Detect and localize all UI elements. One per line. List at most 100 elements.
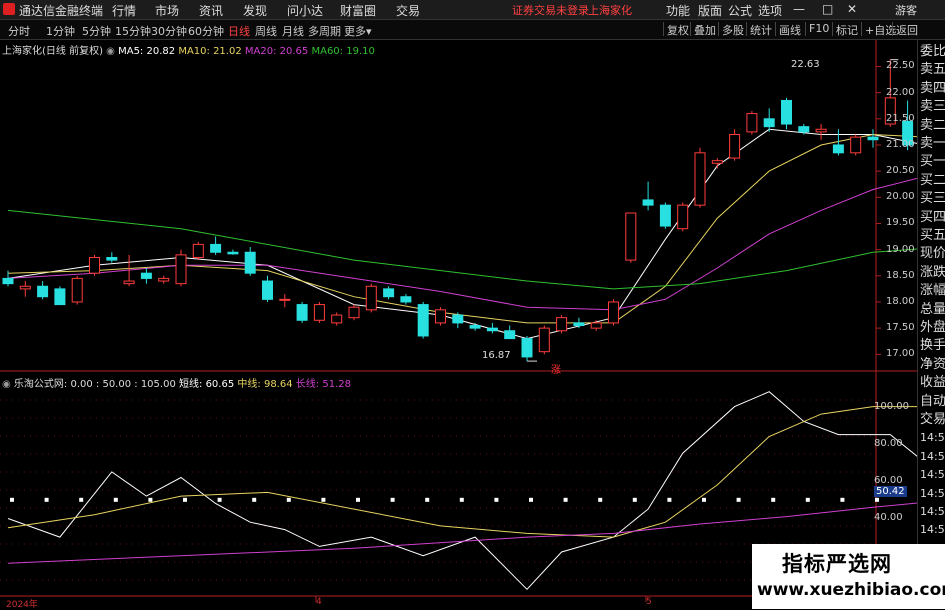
sidebar-item: 买五 (920, 228, 945, 243)
candle-body (573, 322, 585, 327)
sidebar-item: 14:56 (920, 505, 945, 518)
sidebar-item: 净资 (920, 356, 945, 372)
candle-body (175, 254, 187, 285)
level-dot (356, 497, 360, 502)
high-price-label: 22.63 (791, 59, 820, 70)
ma-line-ma5 (7, 128, 945, 340)
candle-body (158, 277, 170, 282)
candle-body (400, 296, 412, 303)
candle-body (486, 327, 498, 332)
candle-body (54, 288, 66, 306)
candle-body (538, 327, 550, 353)
date-label-2024: 2024年 (6, 600, 38, 610)
ma-lines (7, 59, 945, 362)
candle-body (850, 136, 862, 154)
candle-body (867, 136, 879, 141)
indicator-tick-label: 60.00 (874, 475, 903, 487)
sidebar-item: 14:56 (920, 486, 945, 500)
sidebar-item: 总量 (920, 301, 945, 317)
indicator-tick-label: 80.00 (874, 437, 903, 449)
candle-body (521, 338, 533, 358)
kline-chart[interactable] (0, 0, 945, 609)
ma-line-ma10 (7, 133, 945, 324)
price-tick-label: 17.00 (886, 348, 915, 360)
candle-body (417, 304, 429, 337)
level-dot (217, 497, 222, 502)
date-label-apr: 4 (316, 597, 322, 607)
candle-body (625, 212, 637, 261)
sidebar-item: 涨幅 (920, 283, 945, 299)
signal-label: 涨 (551, 365, 561, 376)
candle-body (729, 134, 741, 159)
candle-body (296, 304, 308, 321)
level-dot (875, 497, 879, 502)
sidebar-item: 买四 (920, 209, 945, 225)
sidebar-item: 委比 (920, 44, 945, 59)
price-tick-label: 19.50 (886, 217, 915, 229)
sidebar-item: 卖四 (920, 80, 945, 96)
candle-body (19, 285, 31, 290)
candle-body (106, 256, 118, 261)
sidebar-item: 买二 (920, 172, 945, 188)
candle-body (504, 330, 516, 340)
quote-sidebar: 委比 卖五 卖四 卖三 卖二 卖一 买一 买二 买三 买四 买五 现价 涨跌 涨幅 总量 外盘 换手 净资 收益 自动… (917, 40, 945, 609)
level-dot (840, 497, 845, 502)
candle-body (781, 99, 792, 125)
candle-body (244, 251, 256, 274)
candle-body (763, 118, 775, 128)
sidebar-item: 卖五 (920, 62, 945, 78)
candle-body (37, 285, 49, 298)
candle-body (331, 314, 343, 324)
watermark-url: www.xuezhibiao.com (757, 580, 945, 600)
candle-body (642, 199, 654, 206)
ma-line-ma20 (7, 170, 945, 311)
candle-body (435, 309, 446, 324)
candle-body (832, 144, 844, 154)
level-dot (494, 497, 499, 502)
candle-body (694, 152, 706, 206)
candle-body (711, 160, 723, 164)
sidebar-item: 14:56 (920, 523, 945, 537)
sidebar-item: 换手 (920, 338, 945, 354)
level-dot (252, 497, 257, 502)
sidebar-item: 买三 (920, 191, 945, 207)
price-tick-label: 19.00 (886, 243, 915, 255)
candle-body (140, 272, 152, 279)
price-tick-label: 18.50 (886, 269, 915, 281)
indicator-marker: 50.42 (874, 486, 907, 497)
candle-body (71, 277, 83, 303)
price-tick-label: 21.50 (886, 112, 915, 124)
indicator-tick-label: 100.00 (874, 400, 909, 412)
sidebar-item: 14:56 (920, 449, 945, 463)
level-dot (805, 497, 810, 502)
level-dot (632, 497, 637, 502)
price-tick-label: 20.00 (886, 191, 915, 203)
candle-body (192, 243, 204, 258)
sidebar-item: 现价 (920, 246, 945, 262)
candle-body (89, 256, 100, 274)
level-dot (113, 497, 118, 502)
indicator-dots (10, 497, 879, 502)
level-dot (736, 497, 741, 502)
level-dot (321, 497, 326, 502)
level-dot (390, 497, 395, 502)
level-dot (459, 497, 464, 502)
price-tick-label: 22.00 (886, 86, 915, 98)
level-dot (10, 497, 14, 502)
candle-body (677, 204, 689, 230)
level-dot (183, 497, 187, 502)
candle-body (469, 325, 481, 329)
candle-body (210, 243, 222, 253)
candle-body (365, 285, 377, 311)
candles (2, 59, 945, 362)
candle-body (348, 306, 360, 319)
level-dot (286, 497, 291, 502)
level-dot (148, 497, 153, 502)
axes (876, 65, 881, 355)
price-tick-label: 22.50 (886, 60, 915, 72)
level-dot (771, 497, 776, 502)
candle-body (608, 301, 619, 324)
price-tick-label: 21.00 (886, 138, 915, 150)
candle-body (123, 280, 135, 285)
sidebar-item: 自动 (920, 393, 945, 409)
